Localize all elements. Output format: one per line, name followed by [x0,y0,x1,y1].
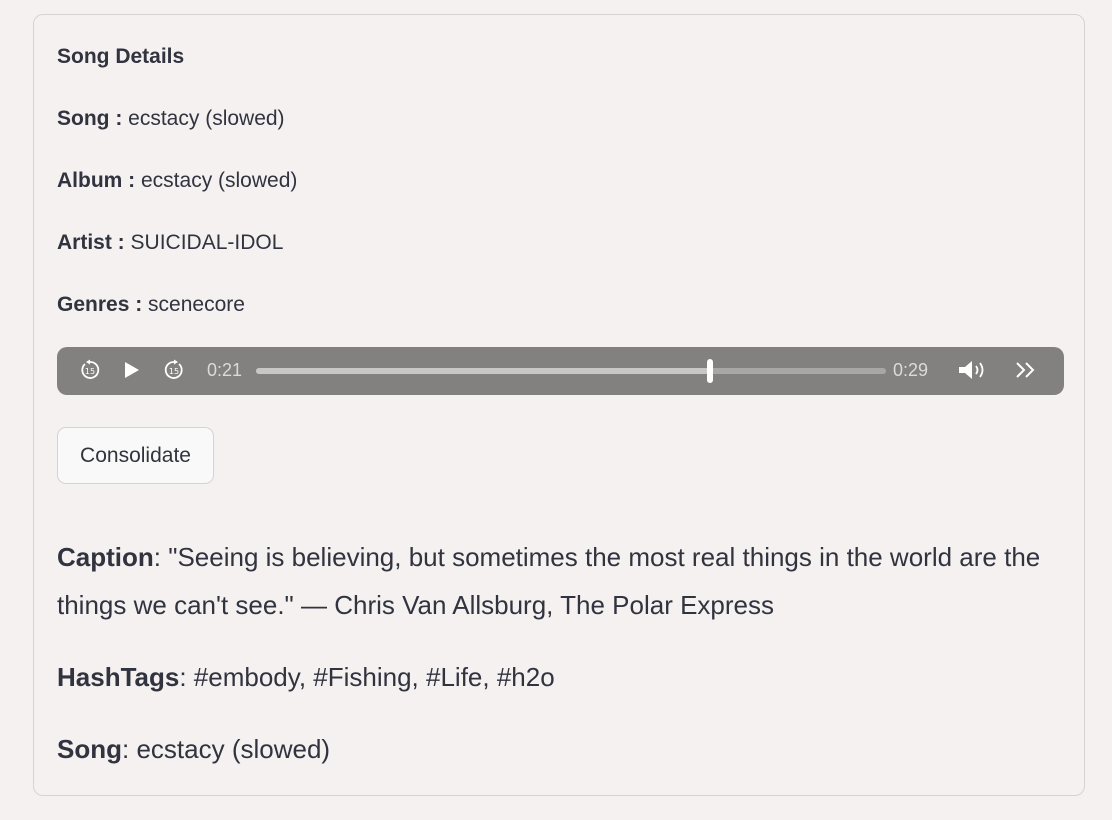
album-label: Album : [57,169,136,192]
audio-player: 15 15 0:21 0:29 [57,347,1064,395]
volume-icon[interactable] [956,359,992,381]
caption-line: Caption: "Seeing is believing, but somet… [57,542,1041,620]
rewind-15-icon[interactable]: 15 [79,359,101,381]
svg-text:15: 15 [169,367,179,376]
genres-detail-row: Genres : scenecore [57,293,245,317]
svg-text:15: 15 [85,367,95,376]
forward-15-icon[interactable]: 15 [163,359,185,381]
artist-value: SUICIDAL-IDOL [130,231,284,254]
song-output-line: Song: ecstacy (slowed) [57,734,331,764]
genres-value: scenecore [148,293,245,316]
play-icon[interactable] [120,359,142,381]
progress-track[interactable] [256,359,886,383]
genres-label: Genres : [57,293,143,316]
artist-detail-row: Artist : SUICIDAL-IDOL [57,231,283,255]
song-label: Song : [57,107,123,130]
song-output-value: ecstacy (slowed) [136,734,331,764]
hashtags-line: HashTags: #embody, #Fishing, #Life, #h2o [57,662,555,692]
hashtags-label: HashTags [57,662,180,692]
more-icon[interactable] [1013,359,1039,381]
duration-time: 0:29 [893,360,929,380]
caption-label: Caption [57,542,154,572]
hashtags-value: #embody, #Fishing, #Life, #h2o [193,662,555,692]
album-detail-row: Album : ecstacy (slowed) [57,169,297,193]
song-details-card: Song Details Song : ecstacy (slowed) Alb… [33,14,1085,796]
album-value: ecstacy (slowed) [141,169,298,192]
consolidate-button[interactable]: Consolidate [57,427,214,484]
song-value: ecstacy (slowed) [128,107,285,130]
current-time: 0:21 [207,360,243,380]
progress-thumb[interactable] [706,359,713,383]
caption-value: "Seeing is believing, but sometimes the … [57,542,1041,620]
progress-fill [256,368,710,374]
song-details-heading: Song Details [57,45,185,68]
song-detail-row: Song : ecstacy (slowed) [57,107,285,131]
artist-label: Artist : [57,231,125,254]
song-output-label: Song [57,734,122,764]
